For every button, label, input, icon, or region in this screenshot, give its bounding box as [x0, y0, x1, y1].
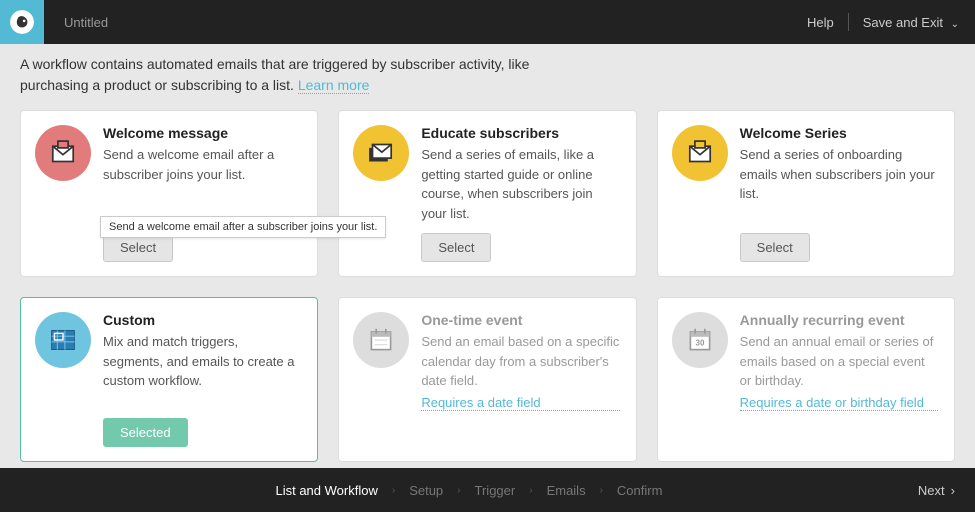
card-desc: Send an annual email or series of emails… — [740, 332, 938, 391]
chevron-right-icon: › — [392, 485, 395, 496]
save-exit-button[interactable]: Save and Exit ⌄ — [863, 15, 959, 30]
card-educate[interactable]: Educate subscribers Send a series of ema… — [338, 110, 636, 277]
card-annual: 30 Annually recurring event Send an annu… — [657, 297, 955, 462]
card-series[interactable]: Welcome Series Send a series of onboardi… — [657, 110, 955, 277]
step-nav: List and Workflow › Setup › Trigger › Em… — [275, 483, 662, 498]
chevron-right-icon: › — [457, 485, 460, 496]
tooltip: Send a welcome email after a subscriber … — [100, 216, 386, 238]
select-button[interactable]: Select — [740, 233, 810, 262]
divider — [848, 13, 849, 31]
svg-text:30: 30 — [695, 339, 704, 348]
learn-more-link[interactable]: Learn more — [298, 77, 370, 94]
step-emails[interactable]: Emails — [547, 483, 586, 498]
card-title: Custom — [103, 312, 301, 328]
next-button[interactable]: Next › — [918, 483, 955, 498]
save-exit-label: Save and Exit — [863, 15, 943, 30]
help-link[interactable]: Help — [807, 15, 834, 30]
top-bar: Untitled Help Save and Exit ⌄ — [0, 0, 975, 44]
mailchimp-logo[interactable] — [0, 0, 44, 44]
card-title: Welcome message — [103, 125, 301, 141]
card-grid: Welcome message Send a welcome email aft… — [0, 110, 975, 482]
blueprint-icon — [35, 312, 91, 368]
step-trigger[interactable]: Trigger — [475, 483, 516, 498]
requires-link[interactable]: Requires a date or birthday field — [740, 395, 938, 411]
chevron-right-icon: › — [529, 485, 532, 496]
card-onetime: One-time event Send an email based on a … — [338, 297, 636, 462]
intro-line1: A workflow contains automated emails tha… — [20, 56, 529, 72]
card-title: Annually recurring event — [740, 312, 938, 328]
card-welcome[interactable]: Welcome message Send a welcome email aft… — [20, 110, 318, 277]
selected-button[interactable]: Selected — [103, 418, 188, 447]
chevron-right-icon: › — [951, 483, 955, 498]
envelope-icon — [672, 125, 728, 181]
chevron-down-icon: ⌄ — [951, 19, 959, 30]
envelopes-icon — [353, 125, 409, 181]
card-title: One-time event — [421, 312, 619, 328]
calendar-icon — [353, 312, 409, 368]
step-setup[interactable]: Setup — [409, 483, 443, 498]
requires-link[interactable]: Requires a date field — [421, 395, 619, 411]
card-desc: Send a series of emails, like a getting … — [421, 145, 619, 223]
intro-text: A workflow contains automated emails tha… — [0, 44, 975, 110]
next-label: Next — [918, 483, 945, 498]
card-desc: Send an email based on a specific calend… — [421, 332, 619, 391]
card-custom[interactable]: Custom Mix and match triggers, segments,… — [20, 297, 318, 462]
select-button[interactable]: Select — [421, 233, 491, 262]
footer-bar: List and Workflow › Setup › Trigger › Em… — [0, 468, 975, 512]
step-list-workflow[interactable]: List and Workflow — [275, 483, 377, 498]
chevron-right-icon: › — [600, 485, 603, 496]
card-title: Educate subscribers — [421, 125, 619, 141]
intro-line2: purchasing a product or subscribing to a… — [20, 77, 298, 93]
step-confirm[interactable]: Confirm — [617, 483, 663, 498]
card-desc: Send a welcome email after a subscriber … — [103, 145, 301, 184]
card-title: Welcome Series — [740, 125, 938, 141]
card-desc: Mix and match triggers, segments, and em… — [103, 332, 301, 391]
calendar-30-icon: 30 — [672, 312, 728, 368]
card-desc: Send a series of onboarding emails when … — [740, 145, 938, 204]
page-title: Untitled — [64, 15, 108, 30]
envelope-icon — [35, 125, 91, 181]
